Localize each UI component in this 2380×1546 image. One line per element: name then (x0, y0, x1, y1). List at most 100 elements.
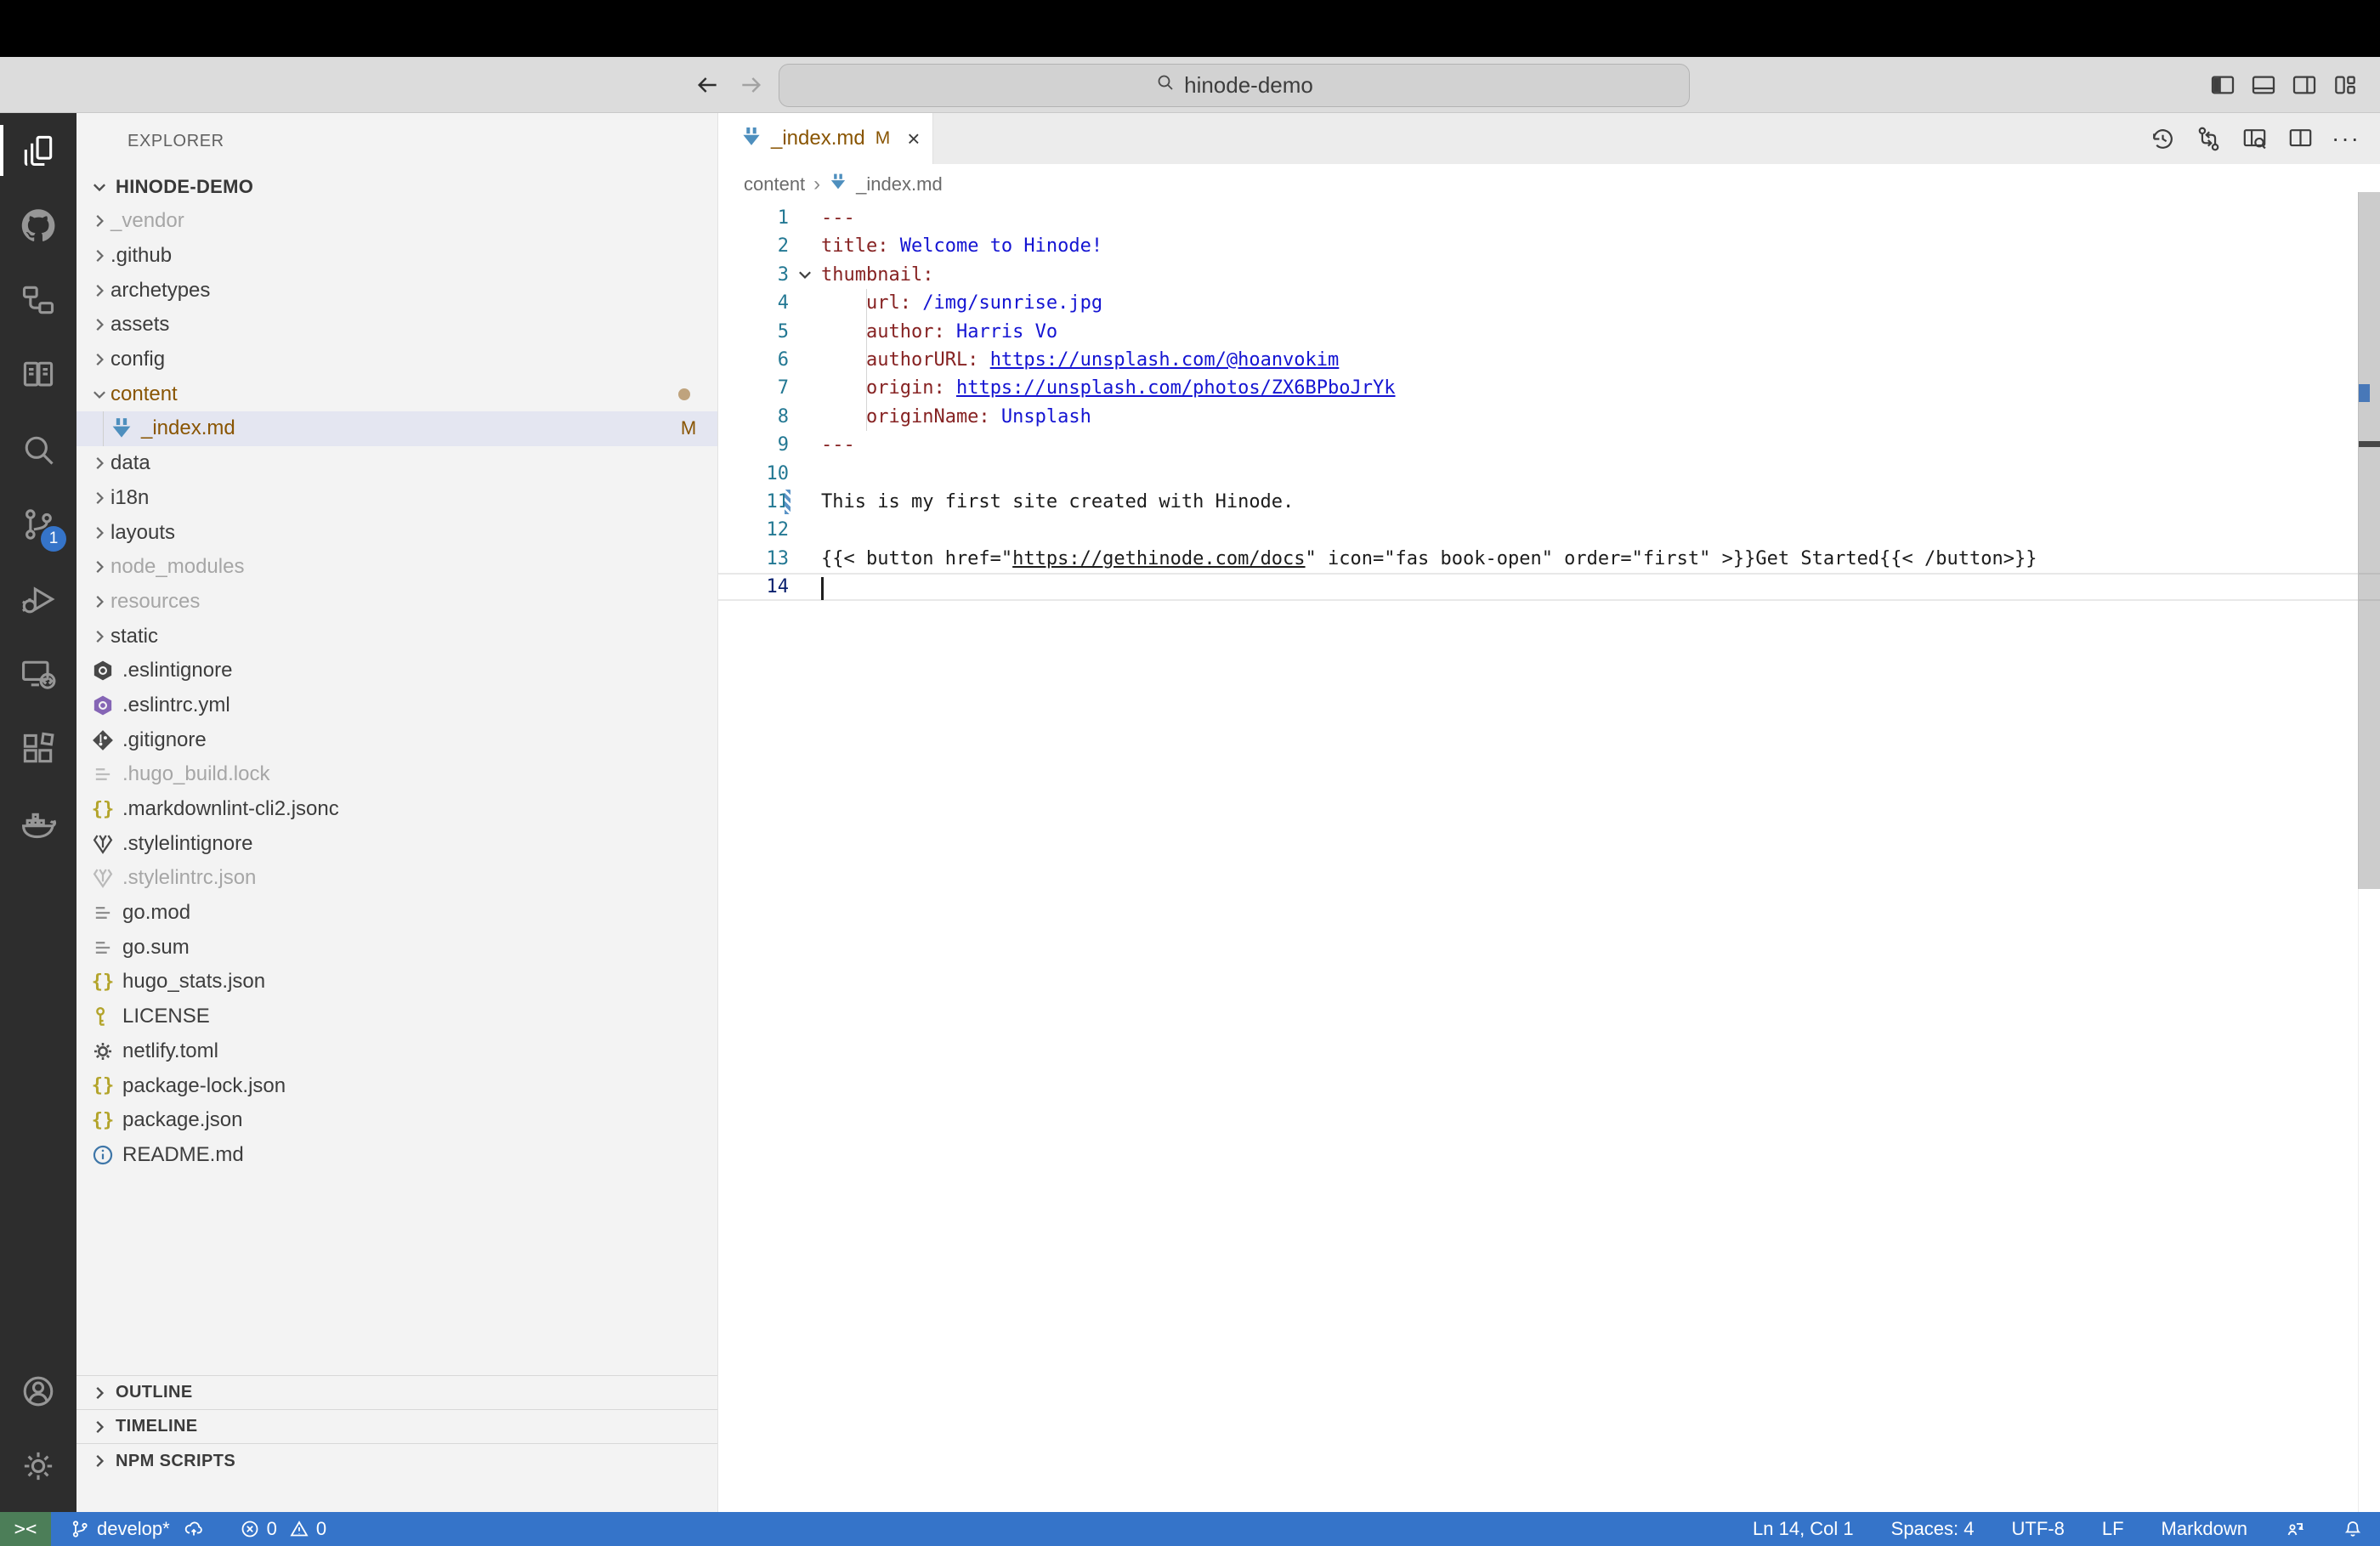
line-number: 4 (718, 289, 789, 317)
tab-index-md[interactable]: _index.md M × (718, 113, 933, 164)
compare-changes-icon[interactable] (2193, 123, 2224, 154)
tree-item-eslintrc-yml[interactable]: .eslintrc.yml (76, 688, 717, 723)
code-line-14[interactable]: 14 (718, 573, 2380, 601)
code-line-10[interactable]: 10 (718, 460, 2380, 488)
encoding-status[interactable]: UTF-8 (2012, 1518, 2065, 1540)
panel-outline[interactable]: OUTLINE (76, 1375, 717, 1409)
code-line-2[interactable]: 2title: Welcome to Hinode! (718, 232, 2380, 260)
tree-item-go-sum[interactable]: go.sum (76, 930, 717, 965)
settings-gear-icon[interactable] (0, 1429, 76, 1504)
code-line-7[interactable]: 7 origin: https://unsplash.com/photos/ZX… (718, 374, 2380, 402)
eol-status[interactable]: LF (2102, 1518, 2124, 1540)
code-line-9[interactable]: 9--- (718, 431, 2380, 459)
workspace-root-folder[interactable]: HINODE-DEMO (76, 169, 717, 204)
code-line-11[interactable]: 11This is my first site created with Hin… (718, 488, 2380, 516)
tree-item-resources[interactable]: resources (76, 585, 717, 620)
tree-item-vendor[interactable]: _vendor (76, 204, 717, 239)
tree-item-i18n[interactable]: i18n (76, 481, 717, 516)
remote-explorer-icon[interactable] (0, 637, 76, 711)
tree-item-config[interactable]: config (76, 343, 717, 377)
code-line-12[interactable]: 12 (718, 516, 2380, 544)
source-control-icon[interactable]: 1 (0, 487, 76, 562)
search-icon (1155, 72, 1176, 99)
tree-item-static[interactable]: static (76, 619, 717, 654)
tree-item-data[interactable]: data (76, 446, 717, 481)
code-line-4[interactable]: 4 url: /img/sunrise.jpg (718, 289, 2380, 317)
split-editor-icon[interactable] (2285, 123, 2315, 154)
workspace-root-label: HINODE-DEMO (116, 176, 253, 198)
tree-item-gitignore[interactable]: .gitignore (76, 722, 717, 757)
tree-item-markdownlint-cli2-jsonc[interactable]: {}.markdownlint-cli2.jsonc (76, 792, 717, 827)
panel-timeline[interactable]: TIMELINE (76, 1409, 717, 1443)
chevron-right-icon (88, 487, 110, 509)
breadcrumb-file[interactable]: _index.md (856, 173, 943, 195)
tree-item-content[interactable]: content (76, 377, 717, 411)
tree-item-go-mod[interactable]: go.mod (76, 896, 717, 931)
extensions-icon[interactable] (0, 711, 76, 786)
tree-item-package-lock-json[interactable]: {}package-lock.json (76, 1068, 717, 1103)
explorer-icon[interactable] (0, 113, 76, 188)
tree-item-github[interactable]: .github (76, 239, 717, 274)
chevron-right-icon (88, 556, 110, 578)
remote-indicator[interactable]: >< (0, 1512, 51, 1546)
tree-item-stylelintrc-json[interactable]: .stylelintrc.json (76, 861, 717, 896)
language-mode-status[interactable]: Markdown (2162, 1518, 2247, 1540)
tree-item-node-modules[interactable]: node_modules (76, 550, 717, 585)
search-icon[interactable] (0, 412, 76, 487)
more-actions-icon[interactable]: ··· (2331, 123, 2361, 154)
feedback-icon[interactable] (2285, 1519, 2305, 1539)
notifications-bell-icon[interactable] (2343, 1519, 2363, 1539)
tree-item-hugo-stats-json[interactable]: {}hugo_stats.json (76, 965, 717, 1000)
tree-item-eslintignore[interactable]: .eslintignore (76, 654, 717, 688)
toggle-panel-icon[interactable] (2249, 71, 2278, 99)
line-content: authorURL: https://unsplash.com/@hoanvok… (821, 349, 1339, 371)
open-preview-side-icon[interactable] (2239, 123, 2270, 154)
command-center-search[interactable]: hinode-demo (779, 64, 1690, 107)
scrollbar-slider[interactable] (2358, 192, 2380, 889)
github-icon[interactable] (0, 188, 76, 263)
navigate-forward-button[interactable] (733, 57, 770, 113)
tree-item-netlify-toml[interactable]: netlify.toml (76, 1034, 717, 1069)
tree-item-license[interactable]: LICENSE (76, 1000, 717, 1034)
tab-close-icon[interactable]: × (907, 126, 920, 152)
code-area[interactable]: 1---2title: Welcome to Hinode!3thumbnail… (718, 204, 2380, 601)
toggle-primary-sidebar-icon[interactable] (2208, 71, 2237, 99)
project-icon[interactable] (0, 263, 76, 337)
tree-item-label: _vendor (110, 209, 184, 233)
tree-item-archetypes[interactable]: archetypes (76, 273, 717, 308)
tree-item-package-json[interactable]: {}package.json (76, 1103, 717, 1138)
branch-status-item[interactable]: develop* (70, 1518, 204, 1540)
fold-chevron-icon[interactable] (793, 261, 817, 289)
panel-npm-scripts[interactable]: NPM SCRIPTS (76, 1443, 717, 1478)
breadcrumb-folder[interactable]: content (744, 173, 805, 195)
account-icon[interactable] (0, 1354, 76, 1429)
problems-status-item[interactable]: 0 0 (240, 1518, 327, 1540)
tree-item-stylelintignore[interactable]: .stylelintignore (76, 826, 717, 861)
tree-item-label: .stylelintrc.json (122, 866, 256, 890)
code-line-8[interactable]: 8 originName: Unsplash (718, 403, 2380, 431)
warning-icon (289, 1519, 309, 1539)
customize-layout-icon[interactable] (2331, 71, 2360, 99)
editor-scrollbar[interactable] (2358, 192, 2380, 1512)
code-line-1[interactable]: 1--- (718, 204, 2380, 232)
line-number: 7 (718, 374, 789, 402)
tree-item-readme-md[interactable]: README.md (76, 1138, 717, 1173)
tree-item-assets[interactable]: assets (76, 308, 717, 343)
code-line-6[interactable]: 6 authorURL: https://unsplash.com/@hoanv… (718, 346, 2380, 374)
tree-item-index-md[interactable]: _index.mdM (76, 411, 717, 446)
docs-book-icon[interactable] (0, 337, 76, 412)
code-line-3[interactable]: 3thumbnail: (718, 261, 2380, 289)
toggle-secondary-sidebar-icon[interactable] (2290, 71, 2319, 99)
tree-item-hugo-build-lock[interactable]: .hugo_build.lock (76, 757, 717, 792)
code-line-5[interactable]: 5 author: Harris Vo (718, 318, 2380, 346)
tree-item-layouts[interactable]: layouts (76, 515, 717, 550)
timeline-history-icon[interactable] (2147, 123, 2178, 154)
breadcrumb[interactable]: content › _index.md (718, 164, 2380, 204)
tree-item-label: go.mod (122, 901, 190, 925)
run-debug-icon[interactable] (0, 562, 76, 637)
docker-icon[interactable] (0, 786, 76, 861)
navigate-back-button[interactable] (688, 57, 726, 113)
cursor-position-status[interactable]: Ln 14, Col 1 (1753, 1518, 1854, 1540)
indentation-status[interactable]: Spaces: 4 (1891, 1518, 1975, 1540)
code-line-13[interactable]: 13{{< button href="https://gethinode.com… (718, 545, 2380, 573)
